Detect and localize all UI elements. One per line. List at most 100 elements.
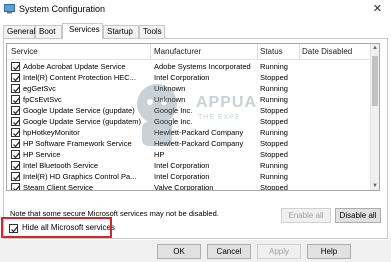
service-status: Running [260,84,288,93]
cancel-button[interactable]: Cancel [207,244,251,259]
service-checkbox[interactable] [11,117,20,126]
manufacturer: Hewlett-Packard Company [154,139,244,148]
window-title: System Configuration [19,4,106,14]
manufacturer: HP [154,150,165,159]
service-name: Intel Bluetooth Service [23,161,99,170]
tab-tools[interactable]: Tools [139,25,165,38]
checkmark-icon [13,163,20,170]
column-divider[interactable] [299,44,300,60]
manufacturer: Google Inc. [154,106,193,115]
checkmark-icon [13,108,20,115]
service-name: Google Update Service (gupdatem) [23,117,141,126]
column-divider[interactable] [150,44,151,60]
table-row[interactable]: Steam Client Service Valve Corporation S… [7,182,379,191]
service-status: Stopped [260,73,288,82]
service-checkbox[interactable] [11,95,20,104]
scroll-down-arrow-icon[interactable]: ▼ [372,183,378,189]
column-divider[interactable] [257,44,258,60]
checkmark-icon [13,174,20,181]
service-name: HP Service [23,150,61,159]
help-button[interactable]: Help [307,244,351,259]
service-name: Adobe Acrobat Update Service [23,62,126,71]
service-status: Stopped [260,139,288,148]
close-icon[interactable]: ✕ [373,2,382,15]
dialog-footer: OK Cancel Apply Help [0,240,391,262]
service-status: Stopped [260,150,288,159]
table-row[interactable]: Google Update Service (gupdatem) Google … [7,116,379,127]
table-row[interactable]: fpCsEvtSvc Unknown Running [7,94,379,105]
manufacturer: Unknown [154,95,186,104]
manufacturer: Google Inc. [154,117,193,126]
table-row[interactable]: HP Service HP Stopped [7,149,379,160]
column-header-status[interactable]: Status [260,47,283,56]
table-row[interactable]: Google Update Service (gupdate) Google I… [7,105,379,116]
service-checkbox[interactable] [11,128,20,137]
column-header-manufacturer[interactable]: Manufacturer [154,47,201,56]
checkmark-icon [13,86,20,93]
service-checkbox[interactable] [11,84,20,93]
manufacturer: Hewlett-Packard Company [154,128,244,137]
vertical-scrollbar[interactable]: ▲ ▼ [370,44,379,190]
service-checkbox[interactable] [11,106,20,115]
service-status: Running [260,161,288,170]
service-status: Stopped [260,106,288,115]
checkmark-icon [13,75,20,82]
service-name: hpHotkeyMonitor [23,128,80,137]
service-checkbox[interactable] [11,139,20,148]
service-name: Steam Client Service [23,183,94,191]
manufacturer: Intel Corporation [154,172,210,181]
table-header: Service Manufacturer Status Date Disable… [7,44,379,60]
table-row[interactable]: HP Software Framework Service Hewlett-Pa… [7,138,379,149]
column-header-date-disabled[interactable]: Date Disabled [302,47,352,56]
service-checkbox[interactable] [11,172,20,181]
checkmark-icon [13,64,20,71]
checkmark-icon [13,97,20,104]
tab-startup[interactable]: Startup [103,25,139,38]
table-row[interactable]: Intel Bluetooth Service Intel Corporatio… [7,160,379,171]
service-checkbox[interactable] [11,183,20,190]
service-status: Running [260,172,288,181]
services-table[interactable]: Service Manufacturer Status Date Disable… [6,43,380,191]
checkmark-icon [13,141,20,148]
table-row[interactable]: Intel(R) HD Graphics Control Pa... Intel… [7,171,379,182]
system-configuration-icon [4,4,15,14]
checkmark-icon [13,119,20,126]
service-name: Google Update Service (gupdate) [23,106,135,115]
manufacturer: Valve Corporation [154,183,214,191]
manufacturer: Intel Corporation [154,161,210,170]
service-status: Stopped [260,183,288,191]
checkmark-icon [13,130,20,137]
title-bar: System Configuration ✕ [0,0,391,18]
service-name: fpCsEvtSvc [23,95,62,104]
checkmark-icon [13,152,20,159]
table-row[interactable]: Intel(R) Content Protection HEC... Intel… [7,72,379,83]
service-status: Running [260,95,288,104]
service-checkbox[interactable] [11,62,20,71]
disable-all-button[interactable]: Disable all [335,208,381,223]
manufacturer: Adobe Systems Incorporated [154,62,251,71]
tab-services[interactable]: Services [62,23,103,39]
ok-button[interactable]: OK [157,244,201,259]
service-checkbox[interactable] [11,150,20,159]
apply-button[interactable]: Apply [257,244,301,259]
service-status: Stopped [260,117,288,126]
enable-all-button[interactable]: Enable all [281,208,331,223]
scroll-up-arrow-icon[interactable]: ▲ [372,45,378,51]
column-header-service[interactable]: Service [11,47,38,56]
highlight-box [1,217,112,238]
manufacturer: Unknown [154,84,186,93]
tab-general[interactable]: General [3,25,35,38]
table-row[interactable]: hpHotkeyMonitor Hewlett-Packard Company … [7,127,379,138]
service-name: Intel(R) HD Graphics Control Pa... [23,172,137,181]
service-name: HP Software Framework Service [23,139,132,148]
tab-bar: General Boot Services Startup Tools [3,23,388,39]
table-row[interactable]: egGetSvc Unknown Running [7,83,379,94]
service-checkbox[interactable] [11,73,20,82]
checkmark-icon [13,185,20,190]
tab-boot[interactable]: Boot [35,25,62,38]
service-status: Running [260,62,288,71]
scrollbar-thumb[interactable] [372,56,378,106]
manufacturer: Intel Corporation [154,73,210,82]
table-row[interactable]: Adobe Acrobat Update Service Adobe Syste… [7,61,379,72]
service-checkbox[interactable] [11,161,20,170]
